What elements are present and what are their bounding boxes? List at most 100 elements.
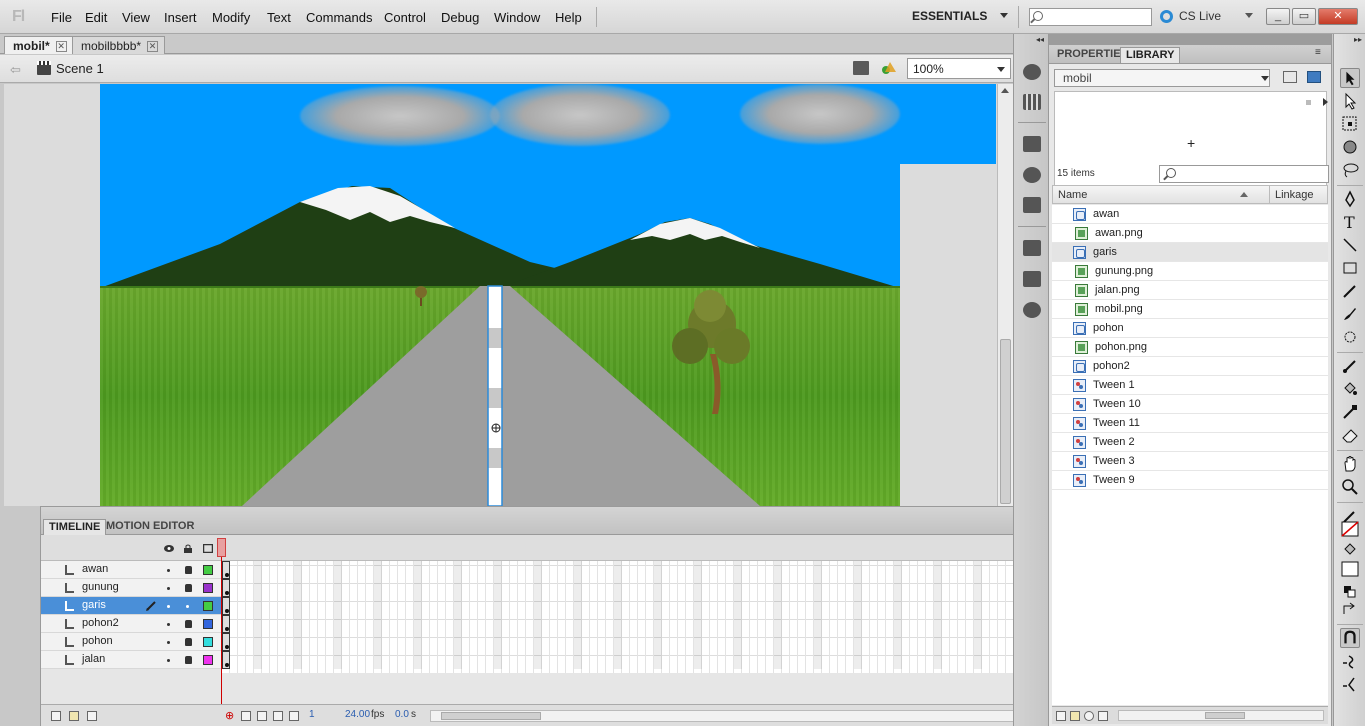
lock-toggle[interactable] <box>186 605 189 608</box>
library-item[interactable]: awan <box>1052 205 1328 224</box>
library-item[interactable]: Tween 10 <box>1052 395 1328 414</box>
column-divider[interactable] <box>1269 186 1270 203</box>
trash-icon[interactable] <box>1098 711 1108 721</box>
onion-skin-outlines-icon[interactable] <box>257 711 267 721</box>
menu-window[interactable]: Window <box>494 10 540 25</box>
sort-ascending-icon[interactable] <box>1240 192 1248 197</box>
transform-icon[interactable] <box>1023 197 1041 213</box>
visibility-toggle[interactable] <box>167 569 170 572</box>
pencil-tool-icon[interactable] <box>1340 281 1360 301</box>
visibility-toggle[interactable] <box>167 587 170 590</box>
zoom-select[interactable]: 100% <box>907 58 1011 79</box>
library-search-input[interactable] <box>1159 165 1329 183</box>
layer-name[interactable]: pohon2 <box>82 617 119 629</box>
close-button[interactable]: ✕ <box>1318 8 1358 25</box>
chevron-down-icon[interactable] <box>1000 13 1008 18</box>
zoom-tool-icon[interactable] <box>1340 477 1360 497</box>
visibility-toggle[interactable] <box>167 641 170 644</box>
close-icon[interactable]: ✕ <box>55 41 67 53</box>
menu-file[interactable]: File <box>51 10 72 25</box>
pin-library-icon[interactable] <box>1283 71 1297 83</box>
text-tool-icon[interactable]: T <box>1340 212 1360 232</box>
doc-tab-mobil[interactable]: mobil* ✕ <box>4 36 74 54</box>
onion-skin-icon[interactable] <box>241 711 251 721</box>
visibility-toggle[interactable] <box>167 659 170 662</box>
menu-commands[interactable]: Commands <box>306 10 372 25</box>
column-name[interactable]: Name <box>1058 189 1087 201</box>
show-all-layers-icon[interactable] <box>164 544 174 553</box>
menu-view[interactable]: View <box>122 10 150 25</box>
new-folder-icon[interactable] <box>69 711 79 721</box>
current-frame[interactable]: 1 <box>309 709 315 720</box>
swap-colors-icon[interactable] <box>1340 600 1360 620</box>
menu-edit[interactable]: Edit <box>85 10 107 25</box>
menu-text[interactable]: Text <box>267 10 291 25</box>
keyframe[interactable] <box>222 633 230 651</box>
scrollbar-thumb[interactable] <box>441 712 541 720</box>
library-item[interactable]: Tween 2 <box>1052 433 1328 452</box>
align-icon[interactable] <box>1023 136 1041 152</box>
lock-icon[interactable] <box>185 566 192 574</box>
new-layer-icon[interactable] <box>51 711 61 721</box>
fill-color-icon[interactable] <box>1340 540 1360 560</box>
tab-timeline[interactable]: TIMELINE <box>43 519 107 535</box>
scene-label[interactable]: Scene 1 <box>56 61 104 76</box>
layer-outline-color[interactable] <box>203 655 213 665</box>
library-item[interactable]: pohon.png <box>1052 338 1328 357</box>
keyframe[interactable] <box>222 651 230 669</box>
layer-name[interactable]: awan <box>82 563 108 575</box>
hand-tool-icon[interactable] <box>1340 454 1360 474</box>
layer-row-awan[interactable]: awan <box>41 561 222 579</box>
back-arrow-icon[interactable]: ⇦ <box>10 62 21 78</box>
stage-area[interactable] <box>4 84 997 506</box>
stage[interactable] <box>100 84 996 506</box>
doc-tab-mobilbbbb[interactable]: mobilbbbb* ✕ <box>72 36 166 54</box>
snap-to-objects-icon[interactable] <box>1340 628 1360 648</box>
subselection-tool-icon[interactable] <box>1340 91 1360 111</box>
eyedropper-tool-icon[interactable] <box>1340 402 1360 422</box>
new-symbol-icon[interactable] <box>1056 711 1066 721</box>
library-item[interactable]: Tween 3 <box>1052 452 1328 471</box>
library-item[interactable]: pohon <box>1052 319 1328 338</box>
tab-motion-editor[interactable]: MOTION EDITOR <box>101 519 199 535</box>
minimize-button[interactable]: _ <box>1266 8 1290 25</box>
library-document-select[interactable]: mobil <box>1054 69 1270 87</box>
trash-icon[interactable] <box>87 711 97 721</box>
restore-button[interactable]: ▭ <box>1292 8 1316 25</box>
pen-tool-icon[interactable] <box>1340 189 1360 209</box>
lock-icon[interactable] <box>185 638 192 646</box>
new-library-panel-icon[interactable] <box>1307 71 1321 83</box>
visibility-toggle[interactable] <box>167 605 170 608</box>
panel-grip[interactable] <box>1049 34 1331 45</box>
smooth-icon[interactable] <box>1340 651 1360 671</box>
layer-outline-color[interactable] <box>203 565 213 575</box>
edit-multiple-frames-icon[interactable] <box>273 711 283 721</box>
column-linkage[interactable]: Linkage <box>1275 189 1314 201</box>
stroke-color-swatch[interactable] <box>1340 520 1360 540</box>
layer-outline-color[interactable] <box>203 583 213 593</box>
timeline-horizontal-scrollbar[interactable] <box>430 710 1028 722</box>
3d-rotation-tool-icon[interactable] <box>1340 137 1360 157</box>
lasso-tool-icon[interactable] <box>1340 160 1360 180</box>
help-search-input[interactable] <box>1029 8 1152 26</box>
layer-row-gunung[interactable]: gunung <box>41 579 222 597</box>
library-item[interactable]: awan.png <box>1052 224 1328 243</box>
swatches-icon[interactable] <box>1023 94 1041 110</box>
properties-icon[interactable] <box>1084 711 1094 721</box>
modify-onion-markers-icon[interactable] <box>289 711 299 721</box>
free-transform-tool-icon[interactable] <box>1340 114 1360 134</box>
edit-scene-icon[interactable] <box>853 61 869 75</box>
menu-modify[interactable]: Modify <box>212 10 250 25</box>
lock-icon[interactable] <box>185 584 192 592</box>
keyframe[interactable] <box>222 561 230 579</box>
center-frame-icon[interactable]: ⊕ <box>225 709 234 722</box>
menu-debug[interactable]: Debug <box>441 10 479 25</box>
lock-icon[interactable] <box>185 620 192 628</box>
keyframe[interactable] <box>222 615 230 633</box>
library-item[interactable]: mobil.png <box>1052 300 1328 319</box>
menu-control[interactable]: Control <box>384 10 426 25</box>
black-white-icon[interactable] <box>1340 582 1360 602</box>
new-folder-icon[interactable] <box>1070 711 1080 721</box>
chevron-down-icon[interactable] <box>1245 13 1253 18</box>
workspace-switcher[interactable]: ESSENTIALS <box>912 9 987 23</box>
